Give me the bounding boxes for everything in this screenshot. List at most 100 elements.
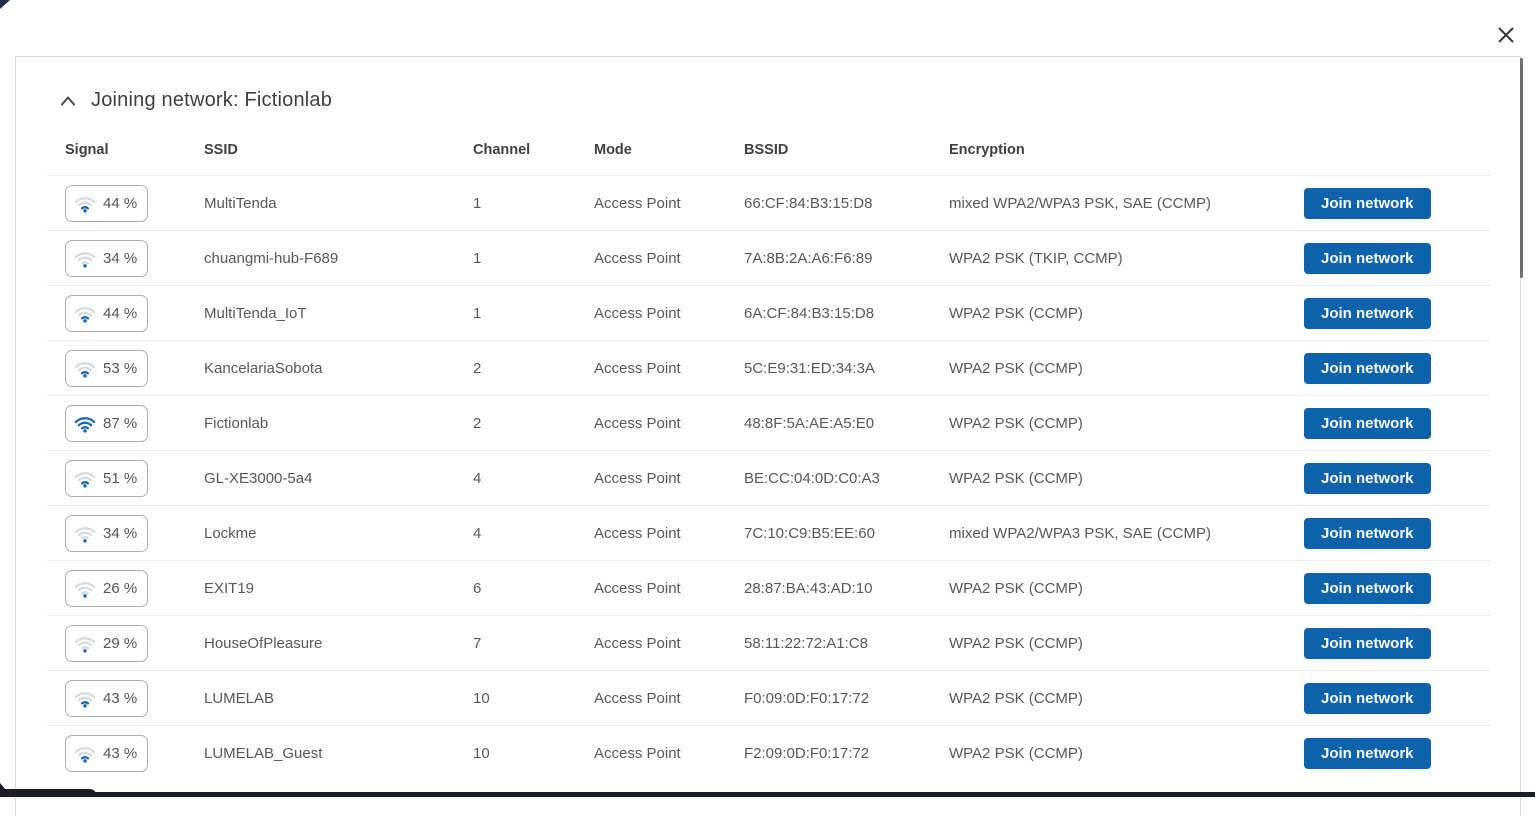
wifi-signal-icon (74, 524, 96, 543)
join-network-button[interactable]: Join network (1304, 683, 1431, 714)
bssid-cell: 7A:8B:2A:A6:F6:89 (744, 250, 949, 267)
actions-cell: Join network (1304, 298, 1490, 329)
header-bssid: BSSID (744, 142, 949, 158)
join-network-button[interactable]: Join network (1304, 188, 1431, 219)
network-table-row: 53 % KancelariaSobota 2 Access Point 5C:… (47, 340, 1490, 395)
ssid-cell: Lockme (204, 525, 473, 542)
ssid-cell: MultiTenda (204, 195, 473, 212)
scrollbar-thumb[interactable] (1520, 58, 1523, 278)
bssid-cell: 58:11:22:72:A1:C8 (744, 635, 949, 652)
encryption-cell: WPA2 PSK (TKIP, CCMP) (949, 250, 1304, 267)
mode-cell: Access Point (594, 470, 744, 487)
signal-badge: 43 % (65, 680, 148, 717)
signal-badge: 44 % (65, 185, 148, 222)
mode-cell: Access Point (594, 635, 744, 652)
signal-percent: 44 % (103, 195, 137, 212)
collapse-chevron-icon[interactable] (60, 96, 76, 106)
encryption-cell: WPA2 PSK (CCMP) (949, 470, 1304, 487)
mode-cell: Access Point (594, 250, 744, 267)
channel-cell: 1 (473, 305, 594, 322)
scrollbar[interactable] (1520, 57, 1523, 797)
join-network-button[interactable]: Join network (1304, 408, 1431, 439)
signal-cell: 44 % (65, 295, 204, 332)
signal-percent: 29 % (103, 635, 137, 652)
channel-cell: 1 (473, 195, 594, 212)
mode-cell: Access Point (594, 745, 744, 762)
signal-cell: 43 % (65, 735, 204, 772)
header-signal: Signal (65, 142, 204, 158)
ssid-cell: Fictionlab (204, 415, 473, 432)
wifi-signal-icon (74, 194, 96, 213)
bssid-cell: BE:CC:04:0D:C0:A3 (744, 470, 949, 487)
network-table-body: 44 % MultiTenda 1 Access Point 66:CF:84:… (47, 175, 1490, 780)
join-network-button[interactable]: Join network (1304, 738, 1431, 769)
signal-badge: 51 % (65, 460, 148, 497)
join-network-button[interactable]: Join network (1304, 518, 1431, 549)
encryption-cell: mixed WPA2/WPA3 PSK, SAE (CCMP) (949, 195, 1304, 212)
signal-cell: 51 % (65, 460, 204, 497)
encryption-cell: WPA2 PSK (CCMP) (949, 745, 1304, 762)
signal-badge: 44 % (65, 295, 148, 332)
channel-cell: 7 (473, 635, 594, 652)
actions-cell: Join network (1304, 463, 1490, 494)
channel-cell: 10 (473, 690, 594, 707)
wifi-signal-icon (74, 359, 96, 378)
actions-cell: Join network (1304, 353, 1490, 384)
header-encryption: Encryption (949, 142, 1304, 158)
join-network-button[interactable]: Join network (1304, 463, 1431, 494)
channel-cell: 2 (473, 360, 594, 377)
page-title: Joining network: Fictionlab (91, 89, 332, 112)
header-mode: Mode (594, 142, 744, 158)
signal-percent: 87 % (103, 415, 137, 432)
signal-percent: 44 % (103, 305, 137, 322)
encryption-cell: WPA2 PSK (CCMP) (949, 690, 1304, 707)
join-network-button[interactable]: Join network (1304, 353, 1431, 384)
actions-cell: Join network (1304, 683, 1490, 714)
close-icon[interactable] (1495, 24, 1517, 46)
signal-cell: 87 % (65, 405, 204, 442)
bssid-cell: F0:09:0D:F0:17:72 (744, 690, 949, 707)
mode-cell: Access Point (594, 690, 744, 707)
network-table-row: 34 % Lockme 4 Access Point 7C:10:C9:B5:E… (47, 505, 1490, 560)
channel-cell: 4 (473, 525, 594, 542)
channel-cell: 6 (473, 580, 594, 597)
modal-header: Joining network: Fictionlab (60, 89, 1520, 112)
wifi-signal-icon (74, 689, 96, 708)
signal-cell: 53 % (65, 350, 204, 387)
encryption-cell: WPA2 PSK (CCMP) (949, 635, 1304, 652)
bssid-cell: 6A:CF:84:B3:15:D8 (744, 305, 949, 322)
network-table-row: 43 % LUMELAB_Guest 10 Access Point F2:09… (47, 725, 1490, 780)
header-channel: Channel (473, 142, 594, 158)
bssid-cell: F2:09:0D:F0:17:72 (744, 745, 949, 762)
wireless-scan-table: Signal SSID Channel Mode BSSID Encryptio… (47, 124, 1490, 780)
ssid-cell: chuangmi-hub-F689 (204, 250, 473, 267)
encryption-cell: WPA2 PSK (CCMP) (949, 580, 1304, 597)
bssid-cell: 5C:E9:31:ED:34:3A (744, 360, 949, 377)
wifi-signal-icon (74, 304, 96, 323)
mode-cell: Access Point (594, 360, 744, 377)
wifi-signal-icon (74, 634, 96, 653)
actions-cell: Join network (1304, 628, 1490, 659)
join-network-button[interactable]: Join network (1304, 298, 1431, 329)
channel-cell: 10 (473, 745, 594, 762)
signal-badge: 53 % (65, 350, 148, 387)
actions-cell: Join network (1304, 243, 1490, 274)
encryption-cell: WPA2 PSK (CCMP) (949, 415, 1304, 432)
channel-cell: 4 (473, 470, 594, 487)
wifi-signal-icon (74, 469, 96, 488)
background-bottom-bar (0, 792, 1535, 797)
join-network-modal: Joining network: Fictionlab Signal SSID … (15, 56, 1521, 816)
join-network-button[interactable]: Join network (1304, 243, 1431, 274)
signal-badge: 34 % (65, 240, 148, 277)
network-table-row: 44 % MultiTenda 1 Access Point 66:CF:84:… (47, 175, 1490, 230)
channel-cell: 2 (473, 415, 594, 432)
signal-cell: 29 % (65, 625, 204, 662)
bssid-cell: 66:CF:84:B3:15:D8 (744, 195, 949, 212)
join-network-button[interactable]: Join network (1304, 573, 1431, 604)
ssid-cell: EXIT19 (204, 580, 473, 597)
ssid-cell: LUMELAB (204, 690, 473, 707)
network-table-row: 44 % MultiTenda_IoT 1 Access Point 6A:CF… (47, 285, 1490, 340)
network-table-row: 26 % EXIT19 6 Access Point 28:87:BA:43:A… (47, 560, 1490, 615)
wifi-signal-icon (74, 744, 96, 763)
join-network-button[interactable]: Join network (1304, 628, 1431, 659)
